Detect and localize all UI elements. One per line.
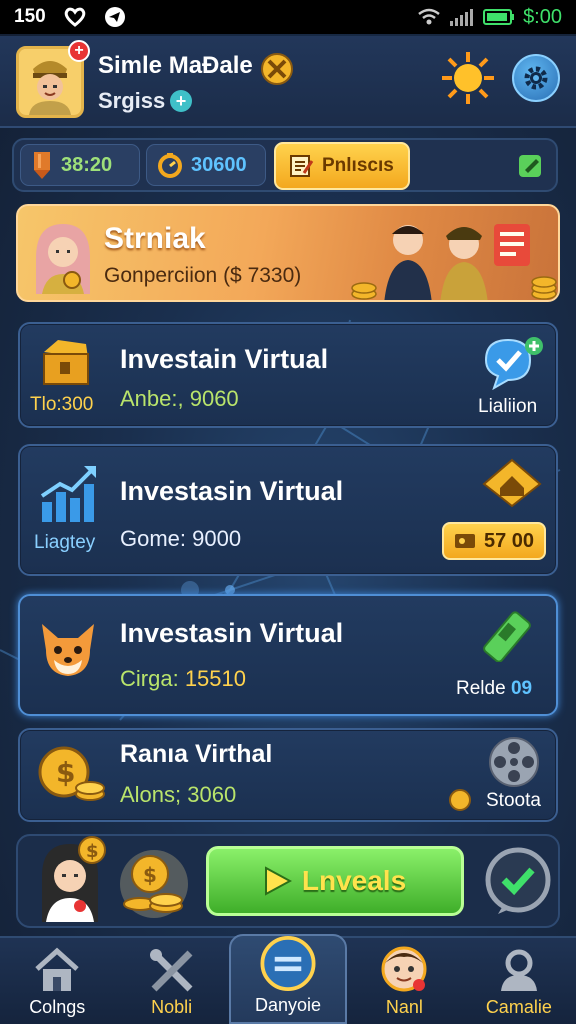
card-1-title: Investain Virtual	[120, 344, 329, 374]
gold-coins-icon: $	[38, 746, 105, 801]
stat-time-value: 38:20	[61, 153, 113, 176]
nav-label-danyoie: Danyoie	[254, 995, 322, 1015]
plus-icon[interactable]: +	[170, 90, 192, 112]
nav-label-nobli: Nobli	[151, 997, 193, 1017]
investment-card-2[interactable]: Liagtey Investasin Virtual Gome: 9000 57…	[18, 444, 558, 576]
investment-card-1[interactable]: Tlo:300 Investain Virtual Anbe:, 9060 Li…	[18, 322, 558, 428]
invest-button[interactable]: Lnveals	[206, 846, 464, 916]
timer-icon	[158, 153, 182, 178]
player-name: Simle MaĐale	[98, 52, 253, 79]
nav-item-camalie[interactable]: Camalie	[462, 938, 576, 1024]
tower-icon	[34, 152, 50, 179]
woman-avatar-icon	[36, 224, 90, 294]
green-device-icon[interactable]	[482, 610, 542, 662]
edit-icon[interactable]	[516, 150, 546, 180]
card-4-title: Ranıa Virthal	[120, 740, 273, 768]
banner-subtitle: Gonperciion ($ 7330)	[104, 264, 302, 287]
card-3-title: Investasin Virtual	[120, 618, 344, 648]
card-2-value: Gome: 9000	[120, 526, 242, 551]
gear-icon	[524, 66, 548, 90]
fox-icon	[42, 624, 94, 676]
wifi-icon	[418, 8, 440, 25]
status-time: 150	[14, 6, 46, 27]
nav-label-colngs: Colngs	[29, 997, 86, 1017]
document-icon	[290, 155, 314, 177]
stats-bar: 38:20 30600 Pnlıscıs	[12, 138, 558, 192]
film-reel-icon[interactable]	[488, 736, 540, 788]
banner-title: Strniak	[104, 222, 206, 255]
card-3-value: Cirga: 15510	[120, 666, 246, 691]
nav-item-colngs[interactable]: Colngs	[0, 938, 114, 1024]
growth-chart-icon	[40, 466, 96, 522]
svg-text:$: $	[143, 863, 157, 887]
card-1-value: Anbe:, 9060	[120, 386, 239, 411]
svg-text:$: $	[86, 841, 99, 862]
card-3-right-label: Relde 09	[456, 678, 533, 699]
action-bar: $ $ Lnveals	[16, 834, 560, 928]
svg-text:$: $	[56, 756, 75, 789]
tools-icon	[149, 949, 193, 992]
nav-item-nobli[interactable]: Nobli	[114, 938, 228, 1024]
nav-label-nanl: Nanl	[385, 997, 423, 1017]
small-coin-icon	[449, 789, 471, 811]
nav-label-camalie: Camalie	[485, 997, 552, 1017]
investment-card-3[interactable]: Investasin Virtual Cirga: 15510 Relde 09	[18, 594, 558, 716]
card-4-value: Alons; 3060	[120, 782, 237, 807]
profile-header: + Simle MaĐale Srgiss +	[0, 36, 576, 128]
player-subtitle: Srgiss	[98, 88, 166, 113]
card-2-price-badge[interactable]: 57 00	[442, 522, 546, 560]
house-badge-icon[interactable]	[482, 458, 542, 508]
coin-stack-icon: $	[120, 850, 188, 918]
publish-button[interactable]: Pnlıscıs	[274, 142, 410, 190]
card-1-right-label: Lialiion	[478, 396, 538, 417]
characters-illustration-icon	[351, 224, 557, 300]
nav-item-nanl[interactable]: Nanl	[347, 938, 461, 1024]
card-2-left-label: Liagtey	[34, 532, 96, 553]
signal-icon	[450, 9, 474, 26]
player-avatar-icon[interactable]: $	[32, 836, 112, 922]
profile-icon	[500, 949, 537, 991]
telegram-icon	[104, 7, 125, 27]
menu-icon	[260, 936, 316, 991]
bottom-nav: Colngs Nobli Danyoie Nanl Camalie	[0, 934, 576, 1024]
play-icon	[264, 866, 292, 896]
promo-banner[interactable]: Strniak Gonperciion ($ 7330)	[16, 204, 560, 302]
publish-label: Pnlıscıs	[322, 155, 394, 176]
card-2-title: Investasin Virtual	[120, 476, 344, 506]
gold-badge-icon	[261, 53, 293, 85]
chat-check-icon[interactable]	[480, 334, 544, 390]
check-circle-icon[interactable]	[484, 846, 552, 916]
status-bar: 150 $:00	[0, 0, 576, 34]
stat-coins[interactable]: 30600	[146, 144, 266, 186]
home-icon	[35, 947, 79, 991]
card-1-left-label: Tlo:300	[30, 394, 94, 415]
card-4-right-label: Stoota	[486, 790, 541, 811]
add-friend-icon[interactable]: +	[68, 40, 90, 62]
status-money: $:00	[523, 5, 562, 28]
nav-item-danyoie[interactable]: Danyoie	[228, 934, 348, 1024]
stat-coins-value: 30600	[191, 153, 247, 176]
sun-icon[interactable]	[440, 50, 496, 106]
ticket-icon	[455, 534, 475, 548]
treasure-box-icon	[43, 340, 89, 385]
invest-button-label: Lnveals	[301, 865, 407, 896]
settings-button[interactable]	[512, 54, 560, 102]
battery-icon	[483, 9, 515, 25]
character-icon	[381, 946, 427, 992]
investment-card-4[interactable]: $ Ranıa Virthal Alons; 3060 Stoota	[18, 728, 558, 822]
heart-icon	[64, 7, 86, 27]
stat-time[interactable]: 38:20	[20, 144, 140, 186]
